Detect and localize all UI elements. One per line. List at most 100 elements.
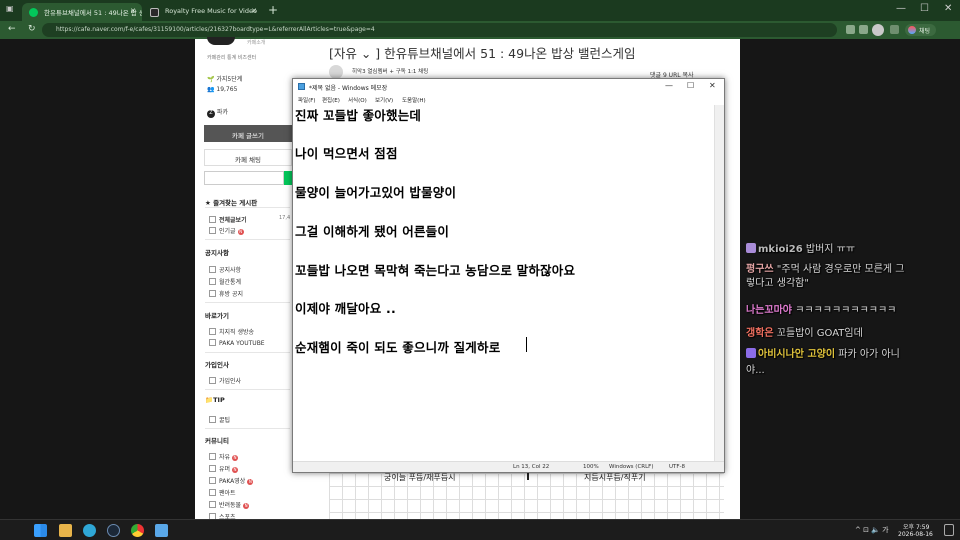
notepad-maximize-button[interactable]: ☐ xyxy=(687,81,694,90)
chat-username: mkioi26 xyxy=(758,244,803,255)
notepad-icon xyxy=(298,83,305,90)
notepad-minimize-button[interactable]: — xyxy=(665,81,673,90)
cafe-owner: Z 파카 xyxy=(207,107,228,118)
humor-label: 유머 xyxy=(219,466,231,473)
extension-icon[interactable] xyxy=(846,25,855,34)
sidebar-item-popular[interactable]: 인기글 N xyxy=(209,226,244,235)
notification-icon[interactable] xyxy=(944,524,954,536)
browser-toolbar: ← ↻ https://cafe.naver.com/f-e/cafes/311… xyxy=(0,21,960,39)
menu-edit[interactable]: 편집(E) xyxy=(322,96,340,104)
menu-help[interactable]: 도움말(H) xyxy=(402,96,426,104)
sidebar-toggle-icon[interactable] xyxy=(890,25,899,34)
chrome-icon[interactable] xyxy=(131,524,144,537)
reload-icon[interactable]: ↻ xyxy=(28,24,36,34)
all-posts-label: 전체글보기 xyxy=(219,217,247,224)
system-tray[interactable]: ^ ⊡ 🔈 가 xyxy=(855,525,889,535)
tab-royalty-free-music[interactable]: Royalty Free Music for Video ✕ xyxy=(143,3,263,21)
new-badge: N xyxy=(232,467,239,473)
cafe-admin-links[interactable]: 카페관리 통계 비즈센터 xyxy=(207,54,256,61)
extensions-puzzle-icon[interactable] xyxy=(859,25,868,34)
tab-search-icon[interactable]: ▣ xyxy=(6,4,16,14)
window-close-button[interactable]: ✕ xyxy=(944,3,952,14)
stream-chat-overlay: mkioi26 밥버지 ㅠㅠ 평구쓰 "주먹 사람 경우로만 모른게 그 렇다고… xyxy=(742,194,960,394)
sidebar-item-break-notice[interactable]: 휴방 공지 xyxy=(209,289,243,298)
notepad-taskbar-icon[interactable] xyxy=(155,524,168,537)
sidebar-item-paka-video[interactable]: PAKA영상 N xyxy=(209,476,254,485)
sidebar-item-chzzk-live[interactable]: 치지직 생방송 xyxy=(209,327,254,336)
tab-label: 한유튜브채널에서 51 : 49나온 밥 상 xyxy=(44,9,142,17)
cafe-search-input[interactable] xyxy=(204,171,284,185)
sidebar-item-pets[interactable]: 반려동물 N xyxy=(209,500,250,509)
cafe-chat-button[interactable]: 카페 채팅 xyxy=(204,149,292,166)
divider xyxy=(205,389,290,390)
cafe-intro-link[interactable]: 카페소개 xyxy=(247,39,265,46)
chat-message-continued: 야... xyxy=(746,361,765,376)
tab-close-icon[interactable]: ✕ xyxy=(130,7,136,15)
chat-message: mkioi26 밥버지 ㅠㅠ xyxy=(746,240,855,255)
line-ending: Windows (CRLF) xyxy=(609,464,654,470)
steam-icon[interactable] xyxy=(107,524,120,537)
edge-browser-icon[interactable] xyxy=(83,524,96,537)
copilot-chat-button[interactable]: 채팅 xyxy=(905,24,937,36)
divider xyxy=(205,428,290,429)
new-badge: N xyxy=(243,503,250,509)
profile-avatar[interactable] xyxy=(872,24,884,36)
tab-cafe-article[interactable]: 한유튜브채널에서 51 : 49나온 밥 상 ✕ xyxy=(22,3,142,21)
clock-date[interactable]: 2026-08-16 xyxy=(898,531,933,538)
sidebar-item-monthly-stats[interactable]: 월간통계 xyxy=(209,277,241,286)
sidebar-item-fanart[interactable]: 팬아트 xyxy=(209,488,236,497)
sidebar-item-paka-youtube[interactable]: PAKA YOUTUBE xyxy=(209,339,265,347)
address-bar[interactable]: https://cafe.naver.com/f-e/cafes/3115910… xyxy=(42,23,837,37)
notepad-close-button[interactable]: ✕ xyxy=(709,81,716,90)
new-tab-button[interactable]: + xyxy=(268,3,278,17)
sidebar-item-greeting[interactable]: 가입인사 xyxy=(209,376,241,385)
notepad-text-area[interactable]: 진짜 꼬들밥 좋아했는데 나이 먹으면서 점점 물양이 늘어가고있어 밥물양이 … xyxy=(293,105,714,461)
sidebar-item-notice[interactable]: 공지사항 xyxy=(209,265,241,274)
text-line: 그걸 이해하게 됐어 어른들이 xyxy=(295,224,450,239)
tab-close-icon[interactable]: ✕ xyxy=(251,7,257,15)
back-arrow-icon[interactable]: ← xyxy=(8,24,16,34)
file-explorer-icon[interactable] xyxy=(59,524,72,537)
notice-heading: 공지사항 xyxy=(205,249,229,257)
notepad-title-bar[interactable]: *제목 없음 - Windows 메모장 — ☐ ✕ xyxy=(293,79,724,94)
member-count-label: 19,765 xyxy=(216,86,238,93)
chat-message: 평구쓰 "주먹 사람 경우로만 모른게 그 xyxy=(746,260,905,275)
windows-start-icon[interactable] xyxy=(34,524,47,537)
window-maximize-button[interactable]: ☐ xyxy=(920,3,929,14)
text-caret xyxy=(526,337,527,352)
cafe-write-button[interactable]: 카페 글쓰기 xyxy=(204,125,292,142)
sidebar-item-all-posts[interactable]: 전체글보기 xyxy=(209,215,247,224)
chat-username: 갱학은 xyxy=(746,328,774,339)
sidebar-item-free[interactable]: 자유 N xyxy=(209,452,239,461)
chat-text: 렇다고 생각함" xyxy=(746,278,809,289)
chat-text: ㅋㅋㅋㅋㅋㅋㅋㅋㅋㅋㅋ xyxy=(795,305,897,316)
notepad-vertical-scrollbar[interactable] xyxy=(714,105,724,461)
sidebar-item-humor[interactable]: 유머 N xyxy=(209,464,239,473)
text-line: 진짜 꼬들밥 좋아했는데 xyxy=(295,108,422,123)
tab-label: Royalty Free Music for Video xyxy=(165,7,257,15)
music-favicon-icon xyxy=(150,8,159,17)
writer-avatar[interactable] xyxy=(329,65,343,79)
notepad-window[interactable]: *제목 없음 - Windows 메모장 — ☐ ✕ 파일(F) 편집(E) 서… xyxy=(292,78,725,473)
divider xyxy=(205,207,290,208)
window-minimize-button[interactable]: — xyxy=(896,3,906,14)
browser-tab-bar: ▣ 한유튜브채널에서 51 : 49나온 밥 상 ✕ Royalty Free … xyxy=(0,0,960,21)
sidebar-item-tips[interactable]: 꿀팁 xyxy=(209,415,230,424)
text-line: 순재햄이 죽이 되도 좋으니까 질게하로 xyxy=(295,340,501,355)
divider xyxy=(205,239,290,240)
cafe-sidebar: 카페소개 카페관리 통계 비즈센터 🌱 가지5단계 👥 19,765 Z 파카 … xyxy=(195,37,292,521)
article-writer[interactable]: 히악3 열심멤버 + 구독 1:1 채팅 xyxy=(352,67,428,75)
menu-view[interactable]: 보기(V) xyxy=(375,96,393,104)
menu-file[interactable]: 파일(F) xyxy=(298,96,316,104)
cursor-position: Ln 13, Col 22 xyxy=(513,464,550,470)
all-posts-count: 17,4 xyxy=(279,215,291,221)
cafe-level: 🌱 가지5단계 xyxy=(207,76,243,83)
url-text: https://cafe.naver.com/f-e/cafes/3115910… xyxy=(56,26,375,33)
table-cell-right: 지듬시푸듬/직푸기 xyxy=(584,473,646,482)
menu-format[interactable]: 서식(O) xyxy=(348,96,367,104)
member-count[interactable]: 👥 19,765 xyxy=(207,86,237,93)
clock-time[interactable]: 오후 7:59 xyxy=(903,522,929,531)
cafe-search-button[interactable] xyxy=(284,171,292,185)
table-cell-left: 궁이늘 푸듬/재푸듬시 xyxy=(384,473,456,482)
divider xyxy=(205,352,290,353)
